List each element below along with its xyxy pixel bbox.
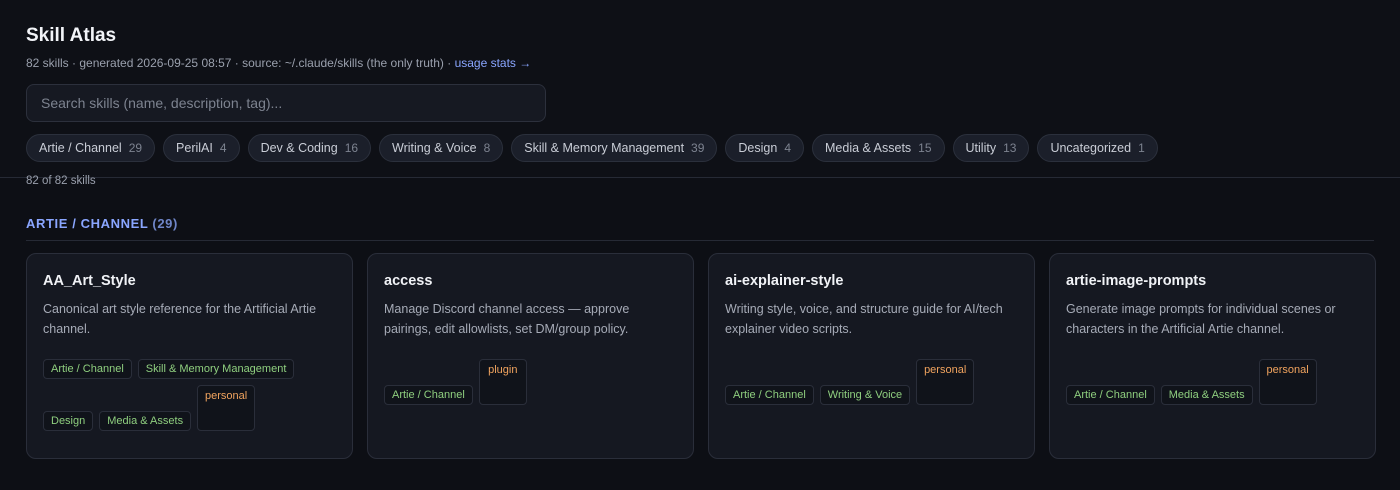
skill-card-description: Writing style, voice, and structure guid… (725, 302, 1003, 336)
chip-perilai[interactable]: PerilAI 4 (163, 134, 240, 162)
skill-card[interactable]: ai-explainer-style Writing style, voice,… (708, 253, 1035, 459)
page-subtitle: 82 skills · generated 2026-09-25 08:57 ·… (26, 55, 1374, 71)
section-heading: ARTIE / CHANNEL (29) (26, 216, 1374, 241)
source-badge: personal (197, 385, 256, 431)
source-badge: personal (916, 359, 975, 405)
skill-card-tags: Artie / Channel Media & Assets personal (1066, 359, 1328, 405)
chip-utility[interactable]: Utility 13 (952, 134, 1030, 162)
chip-uncategorized[interactable]: Uncategorized 1 (1037, 134, 1158, 162)
category-tag: Media & Assets (1160, 385, 1253, 405)
chip-count: 4 (219, 141, 227, 155)
chip-skill-memory-management[interactable]: Skill & Memory Management 39 (511, 134, 718, 162)
chip-label: Dev & Coding (260, 141, 338, 155)
source-badge: personal (1258, 359, 1317, 405)
skill-card-title: access (384, 273, 433, 289)
chip-artie-channel[interactable]: Artie / Channel 29 (26, 134, 156, 162)
subtitle-text: 82 skills · generated 2026-09-25 08:57 ·… (26, 56, 455, 70)
skill-card-grid: AA_Art_Style Canonical art style referen… (26, 253, 1376, 459)
skill-card[interactable]: AA_Art_Style Canonical art style referen… (26, 253, 353, 459)
chip-count: 15 (918, 141, 932, 155)
chip-label: PerilAI (176, 141, 213, 155)
chip-label: Skill & Memory Management (524, 141, 685, 155)
category-tag: Writing & Voice (819, 385, 911, 405)
skill-card[interactable]: artie-image-prompts Generate image promp… (1049, 253, 1376, 459)
chip-count: 1 (1138, 141, 1145, 155)
usage-stats-link[interactable]: usage stats → (455, 56, 532, 70)
category-tag: Media & Assets (99, 411, 192, 431)
category-tag: Artie / Channel (725, 385, 814, 405)
chip-count: 39 (691, 141, 705, 155)
category-tag: Artie / Channel (43, 359, 132, 379)
chip-count: 4 (784, 141, 792, 155)
skill-card-tags: Artie / Channel Skill & Memory Managemen… (43, 359, 305, 431)
category-tag: Artie / Channel (1066, 385, 1155, 405)
chip-writing-voice[interactable]: Writing & Voice 8 (379, 134, 504, 162)
skill-card-title: artie-image-prompts (1066, 273, 1207, 289)
chip-label: Design (738, 141, 778, 155)
category-filter-chips: Artie / Channel 29 PerilAI 4 Dev & Coding 1… (26, 134, 1374, 162)
category-section: ARTIE / CHANNEL (29) AA_Art_Style Canonic… (0, 178, 1400, 459)
category-tag: Design (43, 411, 94, 431)
page-header: Skill Atlas 82 skills · generated 2026-0… (0, 0, 1400, 187)
chip-media-assets[interactable]: Media & Assets 15 (812, 134, 945, 162)
section-title: ARTIE / CHANNEL (26, 216, 149, 231)
skill-card-tags: Artie / Channel plugin (384, 359, 646, 405)
chip-count: 16 (344, 141, 359, 155)
category-tag: Artie / Channel (384, 385, 473, 405)
chip-design[interactable]: Design 4 (725, 134, 805, 162)
skill-card-description: Generate image prompts for individual sc… (1066, 302, 1336, 336)
chip-label: Media & Assets (825, 141, 912, 155)
chip-label: Uncategorized (1050, 141, 1132, 155)
section-count: (29) (152, 216, 178, 231)
source-badge: plugin (478, 359, 527, 405)
skill-card-tags: Artie / Channel Writing & Voice personal (725, 359, 987, 405)
page-title: Skill Atlas (26, 25, 117, 46)
skill-card-description: Manage Discord channel access — approve … (384, 302, 630, 336)
skill-card[interactable]: access Manage Discord channel access — a… (367, 253, 694, 459)
chip-label: Utility (965, 141, 997, 155)
search-input[interactable] (26, 84, 546, 122)
skill-card-title: ai-explainer-style (725, 273, 844, 289)
skill-card-title: AA_Art_Style (43, 273, 136, 289)
chip-label: Artie / Channel (39, 141, 122, 155)
chip-count: 29 (128, 141, 143, 155)
chip-dev-coding[interactable]: Dev & Coding 16 (247, 134, 372, 162)
skill-card-description: Canonical art style reference for the Ar… (43, 302, 317, 336)
chip-label: Writing & Voice (392, 141, 477, 155)
chip-count: 8 (483, 141, 491, 155)
category-tag: Skill & Memory Management (137, 359, 295, 379)
chip-count: 13 (1003, 141, 1017, 155)
